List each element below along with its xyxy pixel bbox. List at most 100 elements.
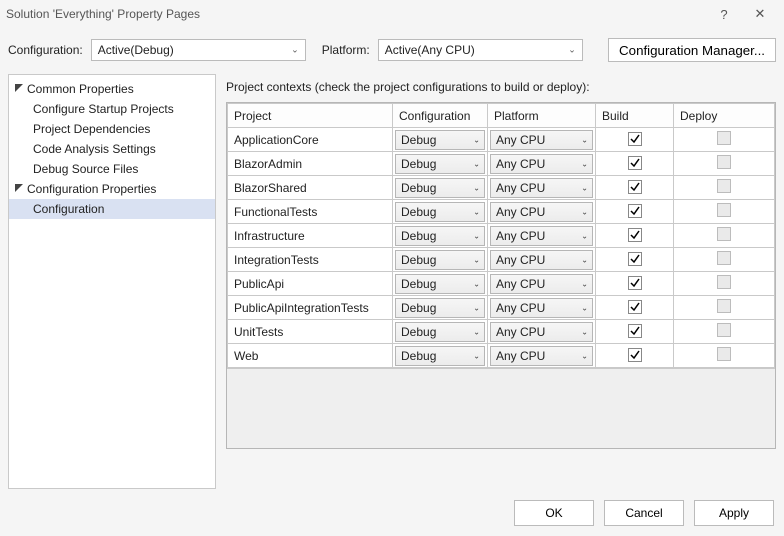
chevron-down-icon: ⌄	[473, 207, 480, 216]
chevron-down-icon: ⌄	[581, 279, 588, 288]
row-configuration-dropdown[interactable]: Debug⌄	[395, 130, 485, 150]
row-configuration-dropdown[interactable]: Debug⌄	[395, 226, 485, 246]
build-checkbox[interactable]	[628, 156, 642, 170]
tree-item-configuration[interactable]: Configuration	[9, 199, 215, 219]
chevron-down-icon: ⌄	[473, 279, 480, 288]
row-platform-dropdown[interactable]: Any CPU⌄	[490, 154, 593, 174]
row-configuration-dropdown[interactable]: Debug⌄	[395, 178, 485, 198]
platform-cell: Any CPU⌄	[488, 344, 596, 368]
chevron-down-icon: ⌄	[473, 351, 480, 360]
build-checkbox[interactable]	[628, 252, 642, 266]
row-configuration-dropdown[interactable]: Debug⌄	[395, 298, 485, 318]
build-checkbox[interactable]	[628, 132, 642, 146]
platform-value: Active(Any CPU)	[385, 43, 475, 57]
row-platform-dropdown[interactable]: Any CPU⌄	[490, 130, 593, 150]
row-configuration-dropdown[interactable]: Debug⌄	[395, 322, 485, 342]
row-platform-dropdown[interactable]: Any CPU⌄	[490, 226, 593, 246]
build-cell	[596, 248, 674, 272]
build-checkbox[interactable]	[628, 348, 642, 362]
build-checkbox[interactable]	[628, 324, 642, 338]
row-platform-dropdown[interactable]: Any CPU⌄	[490, 202, 593, 222]
configuration-cell: Debug⌄	[393, 248, 488, 272]
deploy-checkbox[interactable]	[717, 155, 731, 169]
platform-label: Platform:	[322, 43, 370, 57]
cancel-button[interactable]: Cancel	[604, 500, 684, 526]
build-checkbox[interactable]	[628, 204, 642, 218]
deploy-checkbox[interactable]	[717, 203, 731, 217]
row-platform-dropdown[interactable]: Any CPU⌄	[490, 346, 593, 366]
chevron-down-icon: ⌄	[473, 327, 480, 336]
row-configuration-dropdown[interactable]: Debug⌄	[395, 202, 485, 222]
row-platform-dropdown[interactable]: Any CPU⌄	[490, 178, 593, 198]
deploy-checkbox[interactable]	[717, 131, 731, 145]
build-cell	[596, 224, 674, 248]
configuration-cell: Debug⌄	[393, 320, 488, 344]
deploy-checkbox[interactable]	[717, 179, 731, 193]
deploy-checkbox[interactable]	[717, 299, 731, 313]
configuration-cell: Debug⌄	[393, 344, 488, 368]
platform-cell: Any CPU⌄	[488, 248, 596, 272]
tree-item-common-properties[interactable]: Common Properties	[9, 79, 215, 99]
grid-empty-area	[227, 368, 775, 448]
help-button[interactable]: ?	[706, 2, 742, 26]
chevron-down-icon: ⌄	[581, 255, 588, 264]
build-checkbox[interactable]	[628, 276, 642, 290]
build-cell	[596, 296, 674, 320]
chevron-down-icon: ⌄	[581, 231, 588, 240]
build-checkbox[interactable]	[628, 180, 642, 194]
platform-dropdown[interactable]: Active(Any CPU) ⌄	[378, 39, 583, 61]
deploy-checkbox[interactable]	[717, 251, 731, 265]
col-header-build[interactable]: Build	[596, 104, 674, 128]
tree-item-configuration-properties[interactable]: Configuration Properties	[9, 179, 215, 199]
configuration-dropdown[interactable]: Active(Debug) ⌄	[91, 39, 306, 61]
row-platform-dropdown[interactable]: Any CPU⌄	[490, 298, 593, 318]
tree-item-code-analysis[interactable]: Code Analysis Settings	[9, 139, 215, 159]
tree-item-debug-source[interactable]: Debug Source Files	[9, 159, 215, 179]
row-platform-dropdown[interactable]: Any CPU⌄	[490, 274, 593, 294]
row-configuration-dropdown[interactable]: Debug⌄	[395, 346, 485, 366]
deploy-cell	[674, 296, 775, 320]
build-cell	[596, 128, 674, 152]
deploy-checkbox[interactable]	[717, 227, 731, 241]
deploy-checkbox[interactable]	[717, 347, 731, 361]
platform-cell: Any CPU⌄	[488, 128, 596, 152]
platform-cell: Any CPU⌄	[488, 176, 596, 200]
chevron-down-icon: ⌄	[581, 183, 588, 192]
col-header-deploy[interactable]: Deploy	[674, 104, 775, 128]
configuration-cell: Debug⌄	[393, 152, 488, 176]
deploy-cell	[674, 224, 775, 248]
deploy-cell	[674, 272, 775, 296]
build-cell	[596, 344, 674, 368]
build-checkbox[interactable]	[628, 300, 642, 314]
chevron-down-icon: ⌄	[473, 159, 480, 168]
deploy-cell	[674, 344, 775, 368]
row-configuration-dropdown[interactable]: Debug⌄	[395, 250, 485, 270]
row-platform-dropdown[interactable]: Any CPU⌄	[490, 250, 593, 270]
deploy-checkbox[interactable]	[717, 323, 731, 337]
configuration-cell: Debug⌄	[393, 224, 488, 248]
build-cell	[596, 320, 674, 344]
col-header-project[interactable]: Project	[228, 104, 393, 128]
chevron-down-icon: ⌄	[581, 135, 588, 144]
platform-cell: Any CPU⌄	[488, 296, 596, 320]
chevron-down-icon: ⌄	[581, 159, 588, 168]
deploy-checkbox[interactable]	[717, 275, 731, 289]
apply-button[interactable]: Apply	[694, 500, 774, 526]
close-button[interactable]: ✕	[742, 2, 778, 26]
configuration-manager-button[interactable]: Configuration Manager...	[608, 38, 776, 62]
ok-button[interactable]: OK	[514, 500, 594, 526]
table-row: PublicApiDebug⌄Any CPU⌄	[228, 272, 775, 296]
chevron-down-icon: ⌄	[473, 183, 480, 192]
build-checkbox[interactable]	[628, 228, 642, 242]
row-platform-dropdown[interactable]: Any CPU⌄	[490, 322, 593, 342]
col-header-configuration[interactable]: Configuration	[393, 104, 488, 128]
deploy-cell	[674, 128, 775, 152]
row-configuration-dropdown[interactable]: Debug⌄	[395, 274, 485, 294]
tree-item-configure-startup[interactable]: Configure Startup Projects	[9, 99, 215, 119]
chevron-down-icon: ⌄	[581, 303, 588, 312]
col-header-platform[interactable]: Platform	[488, 104, 596, 128]
table-row: UnitTestsDebug⌄Any CPU⌄	[228, 320, 775, 344]
row-configuration-dropdown[interactable]: Debug⌄	[395, 154, 485, 174]
deploy-cell	[674, 152, 775, 176]
tree-item-project-dependencies[interactable]: Project Dependencies	[9, 119, 215, 139]
